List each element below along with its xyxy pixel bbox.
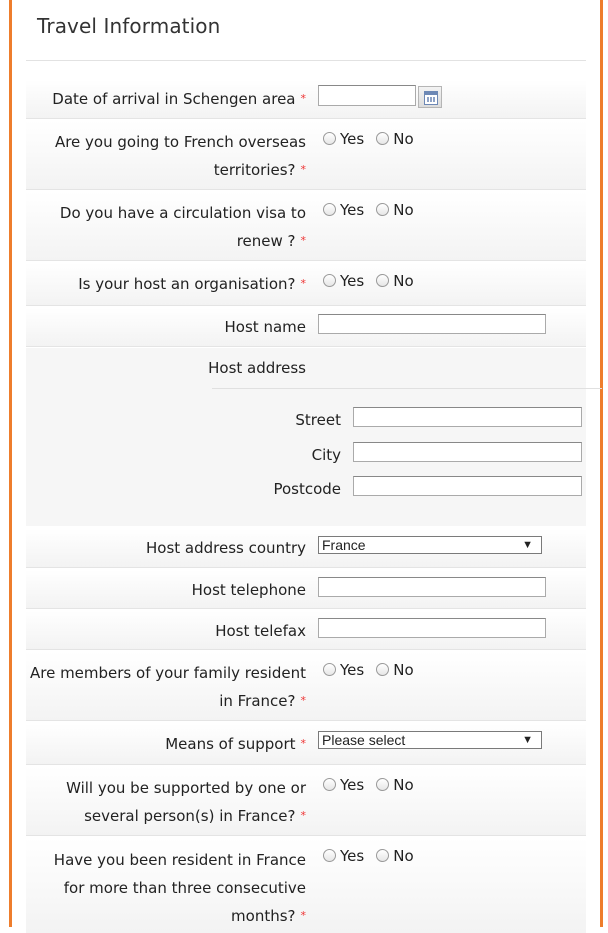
row-means-support: Means of support * Please select ▼ (26, 724, 586, 765)
radio-icon[interactable] (376, 778, 390, 791)
row-resident-france: Have you been resident in France for more… (26, 838, 586, 933)
supported-by-radio-group: Yes No (323, 776, 414, 794)
host-name-label: Host name (224, 318, 306, 336)
host-telephone-label: Host telephone (191, 581, 306, 599)
dropdown-arrow-icon: ▼ (522, 539, 533, 551)
host-country-label: Host address country (146, 539, 306, 557)
page-border-left (9, 0, 12, 927)
resident-france-yes-option[interactable]: Yes (323, 847, 364, 865)
host-country-value: France (322, 537, 366, 553)
supported-by-label: Will you be supported by one or several p… (66, 779, 306, 825)
host-country-select[interactable]: France ▼ (318, 536, 542, 554)
circulation-visa-yes-option[interactable]: Yes (323, 201, 364, 219)
means-support-select[interactable]: Please select ▼ (318, 731, 542, 749)
host-organisation-radio-group: Yes No (323, 272, 414, 290)
circulation-visa-label: Do you have a circulation visa to renew ?… (59, 204, 306, 250)
city-input[interactable] (353, 442, 582, 462)
family-resident-yes-option[interactable]: Yes (323, 661, 364, 679)
row-host-telefax: Host telefax (26, 611, 586, 650)
postcode-input[interactable] (353, 476, 582, 496)
street-label: Street (295, 411, 341, 429)
row-host-organisation: Is your host an organisation? * Yes No (26, 263, 586, 306)
arrival-date-label: Date of arrival in Schengen area * (52, 90, 307, 108)
overseas-yes-option[interactable]: Yes (323, 130, 364, 148)
supported-by-no-option[interactable]: No (376, 776, 414, 794)
resident-france-label: Have you been resident in France for more… (53, 851, 306, 925)
dropdown-arrow-icon: ▼ (522, 734, 533, 746)
host-organisation-yes-option[interactable]: Yes (323, 272, 364, 290)
radio-icon[interactable] (376, 274, 390, 287)
host-organisation-label: Is your host an organisation? * (78, 275, 306, 293)
family-resident-radio-group: Yes No (323, 661, 414, 679)
title-divider (26, 60, 586, 61)
arrival-date-input[interactable] (318, 85, 416, 106)
resident-france-radio-group: Yes No (323, 847, 414, 865)
overseas-no-option[interactable]: No (376, 130, 414, 148)
overseas-label: Are you going to French overseas territor… (54, 133, 306, 179)
row-supported-by: Will you be supported by one or several p… (26, 767, 586, 836)
resident-france-no-option[interactable]: No (376, 847, 414, 865)
row-arrival-date: Date of arrival in Schengen area * (26, 80, 586, 119)
radio-icon[interactable] (323, 663, 336, 676)
means-support-value: Please select (322, 732, 406, 748)
radio-icon[interactable] (323, 274, 336, 287)
radio-icon[interactable] (323, 778, 336, 791)
city-label: City (311, 446, 341, 464)
page-border-right (600, 0, 603, 927)
host-telefax-label: Host telefax (215, 622, 306, 640)
radio-icon[interactable] (376, 132, 390, 145)
overseas-radio-group: Yes No (323, 130, 414, 148)
family-resident-label: Are members of your family resident in Fr… (29, 664, 306, 710)
supported-by-yes-option[interactable]: Yes (323, 776, 364, 794)
host-organisation-no-option[interactable]: No (376, 272, 414, 290)
street-input[interactable] (353, 407, 582, 427)
host-telephone-input[interactable] (318, 577, 546, 597)
postcode-label: Postcode (273, 480, 341, 498)
family-resident-no-option[interactable]: No (376, 661, 414, 679)
host-address-label: Host address (208, 359, 306, 377)
required-marker: * (300, 92, 307, 105)
host-telefax-input[interactable] (318, 618, 546, 638)
row-overseas: Are you going to French overseas territor… (26, 121, 586, 190)
radio-icon[interactable] (376, 849, 390, 862)
row-host-name: Host name (26, 308, 586, 347)
section-title: Travel Information (37, 14, 221, 38)
circulation-visa-radio-group: Yes No (323, 201, 414, 219)
radio-icon[interactable] (323, 849, 336, 862)
calendar-icon[interactable] (418, 86, 442, 108)
radio-icon[interactable] (323, 132, 336, 145)
radio-icon[interactable] (376, 663, 390, 676)
circulation-visa-no-option[interactable]: No (376, 201, 414, 219)
row-family-resident: Are members of your family resident in Fr… (26, 652, 586, 721)
host-address-block: Host address Street City Postcode (26, 348, 586, 526)
row-host-telephone: Host telephone (26, 570, 586, 609)
host-address-divider (212, 388, 602, 389)
host-name-input[interactable] (318, 314, 546, 334)
means-support-label: Means of support * (165, 735, 306, 753)
row-host-country: Host address country France ▼ (26, 529, 586, 568)
row-circulation-visa: Do you have a circulation visa to renew ?… (26, 192, 586, 261)
radio-icon[interactable] (323, 203, 336, 216)
radio-icon[interactable] (376, 203, 390, 216)
